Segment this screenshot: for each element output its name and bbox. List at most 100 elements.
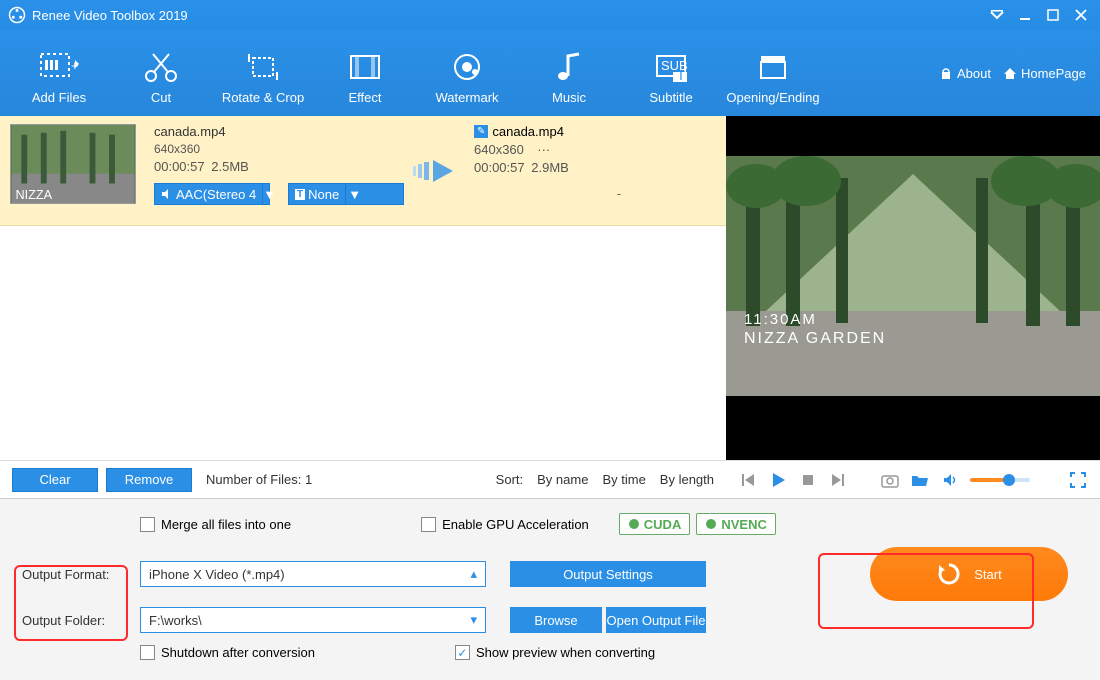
maximize-button[interactable]	[1042, 4, 1064, 26]
subtitle-label: None	[308, 187, 339, 202]
rotate-crop-button[interactable]: Rotate & Crop	[212, 42, 314, 105]
open-folder-button[interactable]	[910, 470, 930, 490]
dropdown-menu-button[interactable]	[986, 4, 1008, 26]
prev-button[interactable]	[738, 470, 758, 490]
clear-button[interactable]: Clear	[12, 468, 98, 492]
speaker-icon	[161, 188, 173, 200]
audio-track-select[interactable]: AAC(Stereo 4 ▼	[154, 183, 270, 205]
crop-icon	[243, 46, 283, 88]
add-files-icon: +	[37, 46, 81, 88]
add-files-button[interactable]: + Add Files	[8, 42, 110, 105]
settings-panel: Merge all files into one Enable GPU Acce…	[0, 498, 1100, 680]
shutdown-checkbox[interactable]	[140, 645, 155, 660]
about-link[interactable]: About	[939, 66, 991, 81]
app-logo-icon	[8, 6, 26, 24]
volume-button[interactable]	[940, 470, 960, 490]
sort-by-time[interactable]: By time	[602, 472, 645, 487]
format-value: iPhone X Video (*.mp4)	[149, 567, 285, 582]
effect-button[interactable]: Effect	[314, 42, 416, 105]
subtitle-track-select[interactable]: TNone ▼	[288, 183, 404, 205]
out-extra: ···	[537, 142, 550, 157]
stop-button[interactable]	[798, 470, 818, 490]
start-button[interactable]: Start	[870, 547, 1068, 601]
opening-ending-button[interactable]: Opening/Ending	[722, 42, 824, 105]
output-filename: canada.mp4	[492, 124, 564, 139]
settings-label: Output Settings	[563, 567, 653, 582]
shutdown-label: Shutdown after conversion	[161, 645, 315, 660]
src-dur: 00:00:57	[154, 159, 205, 174]
add-files-label: Add Files	[32, 90, 86, 105]
homepage-label: HomePage	[1021, 66, 1086, 81]
sort-label: Sort:	[496, 472, 523, 487]
source-duration-size: 00:00:57 2.5MB	[154, 159, 404, 174]
effect-icon	[345, 46, 385, 88]
show-preview-label: Show preview when converting	[476, 645, 655, 660]
merge-checkbox[interactable]	[140, 517, 155, 532]
output-settings-button[interactable]: Output Settings	[510, 561, 706, 587]
scissors-icon	[141, 46, 181, 88]
merge-label: Merge all files into one	[161, 517, 291, 532]
gpu-checkbox[interactable]	[421, 517, 436, 532]
snapshot-button[interactable]	[880, 470, 900, 490]
edit-icon[interactable]: ✎	[474, 125, 488, 138]
source-resolution: 640x360	[154, 142, 404, 156]
rotate-crop-label: Rotate & Crop	[222, 90, 304, 105]
subtitle-icon: SUBT	[651, 46, 691, 88]
play2-button[interactable]	[768, 470, 788, 490]
preview-image: 11:30AM NIZZA GARDEN	[726, 156, 1100, 396]
fullscreen-button[interactable]	[1068, 470, 1088, 490]
close-button[interactable]	[1070, 4, 1092, 26]
out-res: 640x360	[474, 142, 524, 157]
nvenc-text: NVENC	[721, 517, 767, 532]
sort-by-name[interactable]: By name	[537, 472, 588, 487]
volume-slider[interactable]	[970, 478, 1030, 482]
show-preview-checkbox[interactable]	[455, 645, 470, 660]
subtitle-button[interactable]: SUBT Subtitle	[620, 42, 722, 105]
open-label: Open Output File	[607, 613, 706, 628]
next-button[interactable]	[828, 470, 848, 490]
output-folder-select[interactable]: F:\works\ ▾	[140, 607, 486, 633]
cut-button[interactable]: Cut	[110, 42, 212, 105]
chevron-down-icon: ▼	[345, 184, 363, 204]
chevron-down-icon: ▼	[262, 184, 276, 204]
output-duration-size: 00:00:57 2.9MB	[474, 160, 569, 175]
cuda-text: CUDA	[644, 517, 682, 532]
refresh-icon	[936, 561, 962, 587]
file-list: NIZZA canada.mp4 640x360 00:00:57 2.5MB …	[0, 116, 726, 460]
titlebar: Renee Video Toolbox 2019	[0, 0, 1100, 30]
file-count: Number of Files: 1	[206, 472, 312, 487]
conversion-arrow-icon	[404, 124, 474, 217]
overlay-time: 11:30AM	[744, 311, 886, 328]
watermark-button[interactable]: Watermark	[416, 42, 518, 105]
remove-button[interactable]: Remove	[106, 468, 192, 492]
preview-panel: 11:30AM NIZZA GARDEN	[726, 116, 1100, 460]
chevron-down-icon: ▾	[470, 612, 477, 628]
source-filename: canada.mp4	[154, 124, 404, 139]
audio-label: AAC(Stereo 4	[176, 187, 256, 202]
browse-button[interactable]: Browse	[510, 607, 602, 633]
src-size: 2.5MB	[211, 159, 249, 174]
minimize-button[interactable]	[1014, 4, 1036, 26]
clear-label: Clear	[39, 472, 70, 487]
preview-overlay-text: 11:30AM NIZZA GARDEN	[744, 311, 886, 348]
out-dur: 00:00:57	[474, 160, 525, 175]
file-item[interactable]: NIZZA canada.mp4 640x360 00:00:57 2.5MB …	[0, 116, 726, 226]
cuda-badge: CUDA	[619, 513, 691, 535]
folder-value: F:\works\	[149, 613, 202, 628]
home-icon	[1003, 66, 1017, 80]
start-label: Start	[974, 567, 1001, 582]
music-button[interactable]: Music	[518, 42, 620, 105]
homepage-link[interactable]: HomePage	[1003, 66, 1086, 81]
chevron-up-icon: ▴	[470, 566, 477, 582]
output-format-label: Output Format:	[14, 567, 122, 582]
music-label: Music	[552, 90, 586, 105]
app-title: Renee Video Toolbox 2019	[32, 8, 980, 23]
cut-label: Cut	[151, 90, 171, 105]
video-thumbnail: NIZZA	[10, 124, 136, 204]
sort-by-length[interactable]: By length	[660, 472, 714, 487]
clapper-icon	[753, 46, 793, 88]
t-icon: T	[295, 189, 305, 200]
output-format-select[interactable]: iPhone X Video (*.mp4) ▴	[140, 561, 486, 587]
player-controls	[726, 460, 1100, 498]
open-output-file-button[interactable]: Open Output File	[606, 607, 706, 633]
